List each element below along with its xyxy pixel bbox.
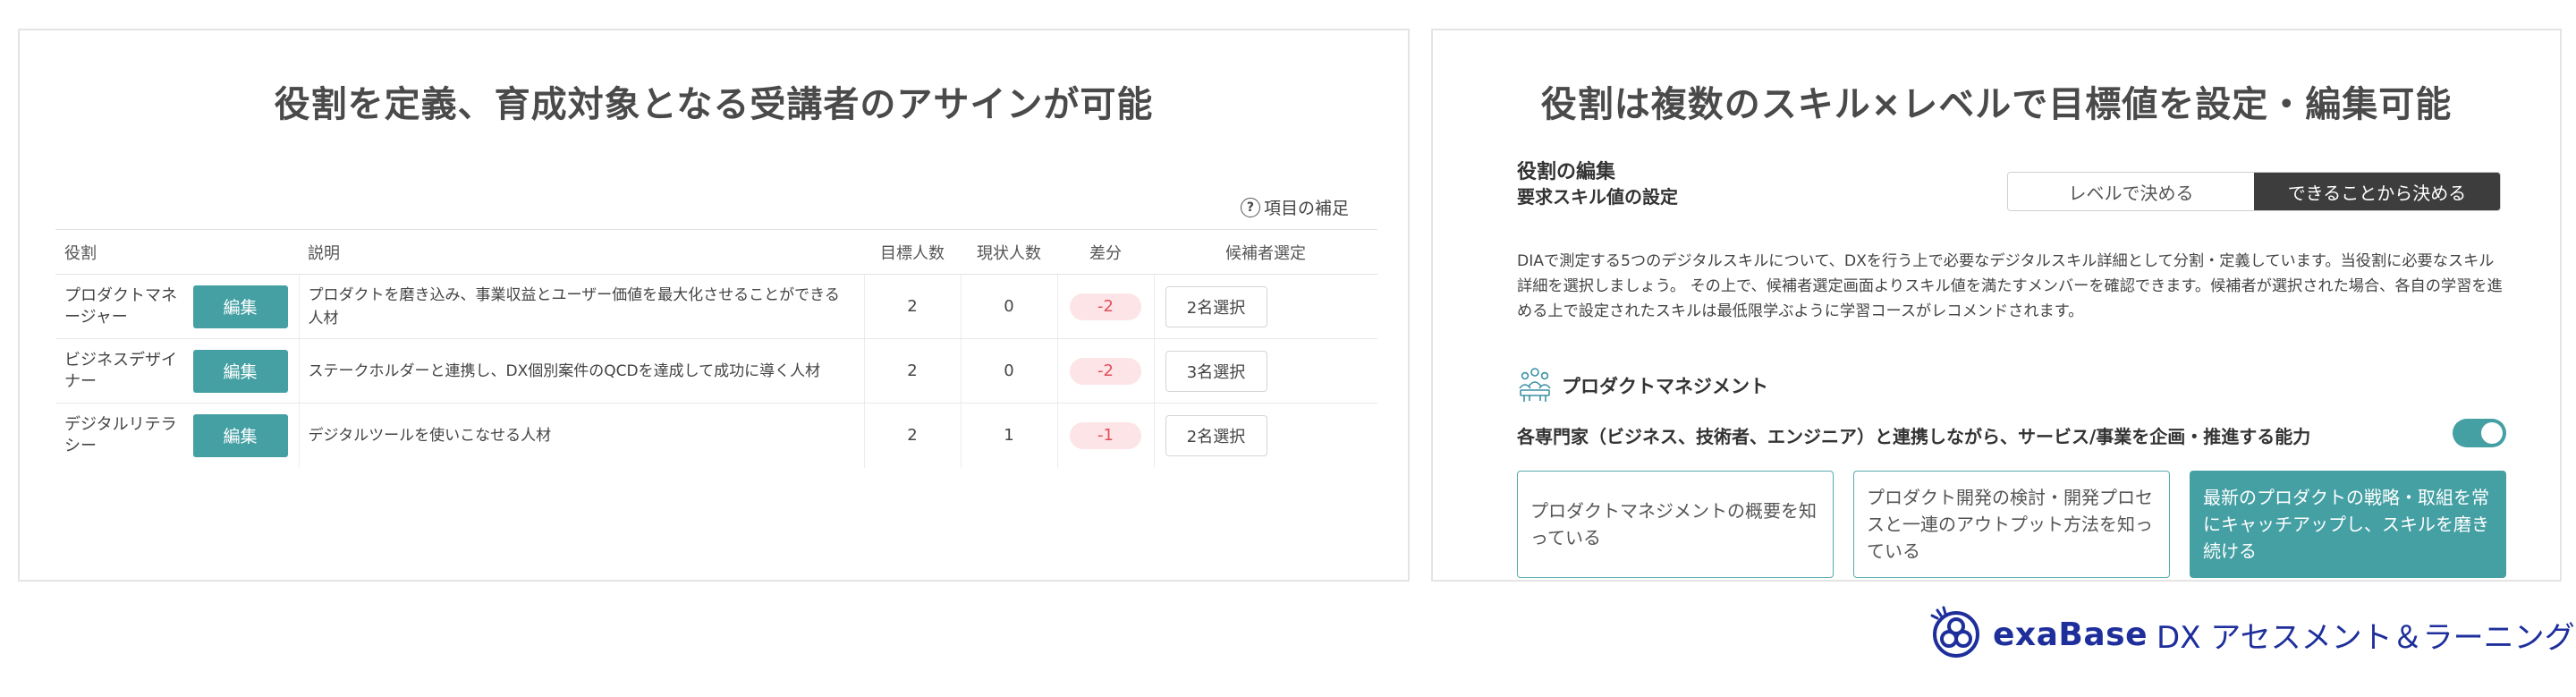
decision-mode-toggle: レベルで決める できることから決める [2007, 172, 2501, 211]
ability-toggle-switch[interactable] [2453, 419, 2506, 447]
skill-section-header: プロダクトマネジメント [1517, 365, 1768, 406]
mode-option-can-do[interactable]: できることから決める [2254, 173, 2500, 210]
target-count: 2 [863, 338, 961, 404]
skill-option-text: 最新のプロダクトの戦略・取組を常にキャッチアップし、スキルを磨き続ける [2203, 487, 2489, 562]
supplement-link[interactable]: ? 項目の補足 [1240, 195, 1349, 219]
edit-role-button[interactable]: 編集 [192, 285, 288, 328]
column-header-role: 役割 [55, 229, 299, 275]
skill-setting-description: DIAで測定する5つのデジタルスキルについて、DXを行う上で必要なデジタルスキル… [1517, 252, 2503, 320]
brand-name: exaBase [1993, 616, 2148, 653]
diff-badge: -1 [1070, 421, 1141, 449]
ability-description: 各専門家（ビジネス、技術者、エンジニア）と連携しながら、サービス/事業を企画・推… [1517, 426, 2311, 447]
column-header-description: 説明 [299, 229, 864, 275]
exabase-logo-icon [1928, 605, 1984, 664]
toggle-knob [2481, 422, 2503, 444]
target-count: 2 [863, 274, 961, 339]
diff-badge: -2 [1070, 357, 1141, 385]
candidate-select-button[interactable]: 2名選択 [1165, 414, 1267, 456]
skill-section-title: プロダクトマネジメント [1562, 376, 1768, 397]
skill-option-card-selected[interactable]: 最新のプロダクトの戦略・取組を常にキャッチアップし、スキルを磨き続ける [2190, 471, 2506, 578]
skill-option-card[interactable]: プロダクト開発の検討・開発プロセスと一連のアウトプット方法を知っている [1853, 471, 2170, 578]
skill-option-card[interactable]: プロダクトマネジメントの概要を知っている [1517, 471, 1834, 578]
current-count: 0 [960, 274, 1057, 339]
mode-option-level[interactable]: レベルで決める [2008, 173, 2254, 210]
column-header-current: 現状人数 [961, 229, 1057, 275]
role-description: プロダクトを磨き込み、事業収益とユーザー価値を最大化させることができる人材 [308, 285, 840, 327]
target-count: 2 [863, 403, 961, 468]
role-description: ステークホルダーと連携し、DX個別案件のQCDを達成して成功に導く人材 [308, 361, 821, 380]
role-table: 役割 説明 目標人数 現状人数 差分 候補者選定 プロダクトマネージャー 編集 … [55, 229, 1377, 468]
candidate-select-button[interactable]: 3名選択 [1165, 350, 1267, 392]
column-header-candidate: 候補者選定 [1154, 229, 1377, 275]
table-row: デジタルリテラシー 編集 デジタルツールを使いこなせる人材 2 1 -1 2名選… [55, 403, 1377, 468]
help-circle-icon: ? [1240, 197, 1260, 217]
role-name: ビジネスデザイナー [64, 350, 177, 391]
team-people-icon [1517, 365, 1553, 406]
current-count: 1 [960, 403, 1057, 468]
skill-option-text: プロダクトマネジメントの概要を知っている [1530, 500, 1817, 548]
role-name: プロダクトマネージャー [64, 285, 177, 327]
candidate-select-button[interactable]: 2名選択 [1165, 285, 1267, 327]
brand-logo: exaBase DX アセスメント＆ラーニング [1928, 605, 2575, 664]
left-panel-title: 役割を定義、育成対象となる受講者のアサインが可能 [274, 84, 1154, 125]
table-row: ビジネスデザイナー 編集 ステークホルダーと連携し、DX個別案件のQCDを達成し… [55, 338, 1377, 404]
current-count: 0 [960, 338, 1057, 404]
skill-option-text: プロダクト開発の検討・開発プロセスと一連のアウトプット方法を知っている [1867, 487, 2153, 562]
edit-section-title: 役割の編集 [1517, 161, 1616, 183]
table-header-row: 役割 説明 目標人数 現状人数 差分 候補者選定 [55, 229, 1377, 275]
column-header-diff: 差分 [1057, 229, 1154, 275]
edit-section-subtitle: 要求スキル値の設定 [1517, 186, 1678, 208]
product-name: DX アセスメント＆ラーニング [2157, 619, 2575, 656]
edit-role-button[interactable]: 編集 [192, 349, 288, 393]
role-edit-panel: 役割は複数のスキル×レベルで目標値を設定・編集可能 役割の編集 要求スキル値の設… [1431, 29, 2562, 582]
edit-role-button[interactable]: 編集 [192, 413, 288, 457]
role-definition-panel: 役割を定義、育成対象となる受講者のアサインが可能 ? 項目の補足 役割 説明 目… [18, 29, 1410, 582]
diff-badge: -2 [1070, 293, 1141, 320]
role-description: デジタルツールを使いこなせる人材 [308, 426, 552, 445]
supplement-label: 項目の補足 [1263, 199, 1349, 218]
column-header-target: 目標人数 [864, 229, 961, 275]
right-panel-title: 役割は複数のスキル×レベルで目標値を設定・編集可能 [1540, 84, 2453, 125]
role-name: デジタルリテラシー [64, 414, 177, 455]
table-row: プロダクトマネージャー 編集 プロダクトを磨き込み、事業収益とユーザー価値を最大… [55, 274, 1377, 339]
